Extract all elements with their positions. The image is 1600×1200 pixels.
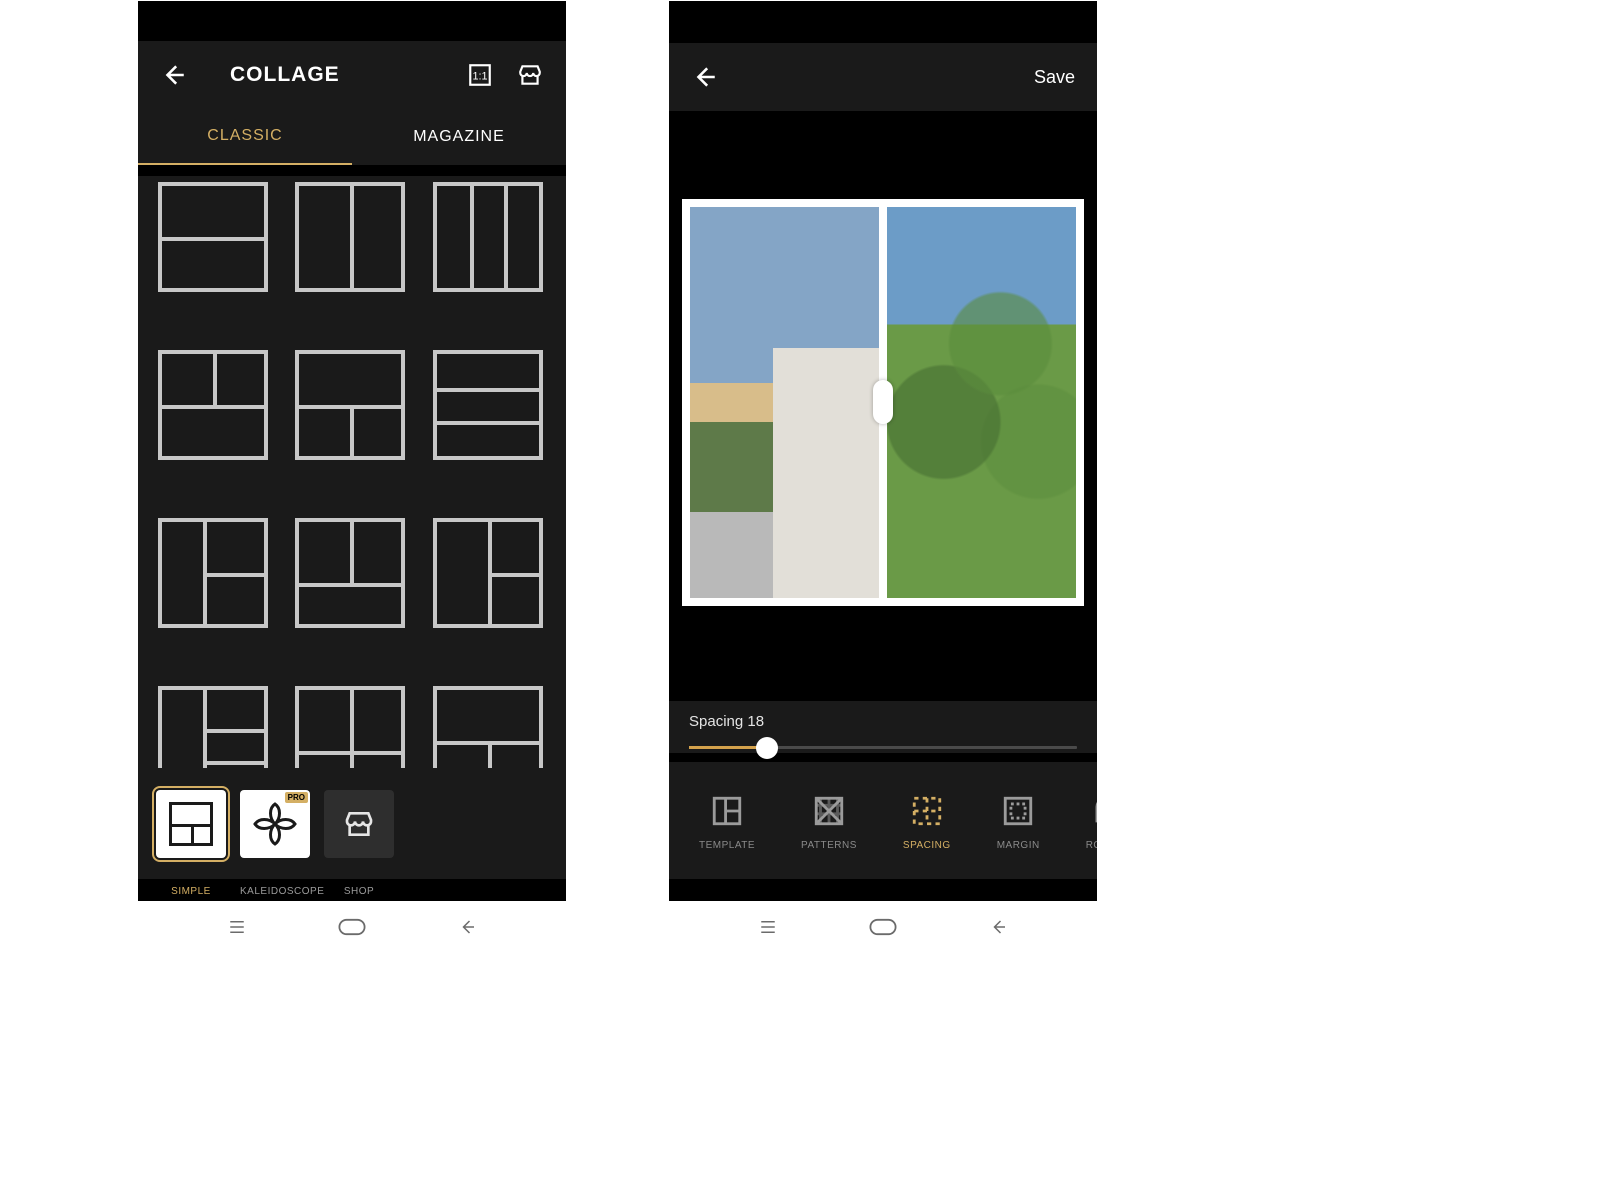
tab-magazine[interactable]: MAGAZINE xyxy=(352,109,566,165)
tool-roundness[interactable]: ROUNDN xyxy=(1086,794,1097,851)
toolbar-label-simple: SIMPLE xyxy=(156,886,226,897)
pro-badge: PRO xyxy=(285,792,308,803)
toolbar-label-shop: SHOP xyxy=(324,886,394,897)
collage-canvas xyxy=(669,111,1097,693)
toolbar-item-simple[interactable] xyxy=(156,790,226,858)
back-arrow-icon[interactable] xyxy=(160,61,188,89)
template-icon xyxy=(710,794,744,828)
header-bar: COLLAGE 1:1 xyxy=(138,41,566,109)
back-icon[interactable] xyxy=(982,916,1016,938)
template-option[interactable] xyxy=(295,518,405,628)
recent-apps-icon[interactable] xyxy=(220,916,254,938)
android-nav xyxy=(669,902,1097,952)
roundness-icon xyxy=(1092,794,1097,828)
header-bar: Save xyxy=(669,43,1097,111)
collage-photo-right[interactable] xyxy=(887,207,1076,598)
slider-thumb[interactable] xyxy=(756,737,778,759)
save-button[interactable]: Save xyxy=(1034,67,1075,88)
collage-photo-left[interactable] xyxy=(690,207,879,598)
tool-spacing[interactable]: SPACING xyxy=(903,794,951,851)
svg-text:1:1: 1:1 xyxy=(472,70,487,82)
tab-classic[interactable]: CLASSIC xyxy=(138,109,352,165)
template-option[interactable] xyxy=(433,518,543,628)
template-option[interactable] xyxy=(158,686,268,768)
recent-apps-icon[interactable] xyxy=(751,916,785,938)
back-icon[interactable] xyxy=(451,916,485,938)
template-option[interactable] xyxy=(158,350,268,460)
divider-drag-handle[interactable] xyxy=(873,380,893,424)
template-option[interactable] xyxy=(433,182,543,292)
tool-margin[interactable]: MARGIN xyxy=(997,794,1040,851)
spacing-control: Spacing 18 xyxy=(669,701,1097,753)
tab-bar: CLASSIC MAGAZINE xyxy=(138,109,566,165)
template-option[interactable] xyxy=(158,518,268,628)
template-grid xyxy=(138,176,566,768)
spacing-slider[interactable] xyxy=(689,746,1077,749)
page-title: COLLAGE xyxy=(230,63,340,87)
bottom-toolbar: PRO xyxy=(138,768,566,879)
home-icon[interactable] xyxy=(866,916,900,938)
toolbar-item-shop[interactable] xyxy=(324,790,394,858)
phone-editor: Save Spacing 18 TEMPLATE xyxy=(669,1,1097,901)
template-option[interactable] xyxy=(295,350,405,460)
template-option[interactable] xyxy=(295,182,405,292)
template-option[interactable] xyxy=(158,182,268,292)
tool-patterns[interactable]: PATTERNS xyxy=(801,794,857,851)
aspect-ratio-icon[interactable]: 1:1 xyxy=(466,61,494,89)
patterns-icon xyxy=(812,794,846,828)
android-nav xyxy=(138,902,566,952)
toolbar-labels: SIMPLE KALEIDOSCOPE SHOP xyxy=(138,886,566,897)
spacing-label: Spacing 18 xyxy=(689,713,1077,730)
toolbar-item-kaleidoscope[interactable]: PRO xyxy=(240,790,310,858)
tool-template[interactable]: TEMPLATE xyxy=(699,794,755,851)
margin-icon xyxy=(1001,794,1035,828)
spacing-icon xyxy=(910,794,944,828)
template-option[interactable] xyxy=(295,686,405,768)
phone-templates: COLLAGE 1:1 CLASSIC MAGAZINE xyxy=(138,1,566,901)
editor-toolbar: TEMPLATE PATTERNS SPACING MARGIN ROUNDN xyxy=(669,762,1097,879)
template-option[interactable] xyxy=(433,686,543,768)
template-option[interactable] xyxy=(433,350,543,460)
collage-frame[interactable] xyxy=(682,199,1084,606)
toolbar-label-kaleidoscope: KALEIDOSCOPE xyxy=(240,886,310,897)
home-icon[interactable] xyxy=(335,916,369,938)
shop-icon[interactable] xyxy=(516,61,544,89)
back-arrow-icon[interactable] xyxy=(691,63,719,91)
